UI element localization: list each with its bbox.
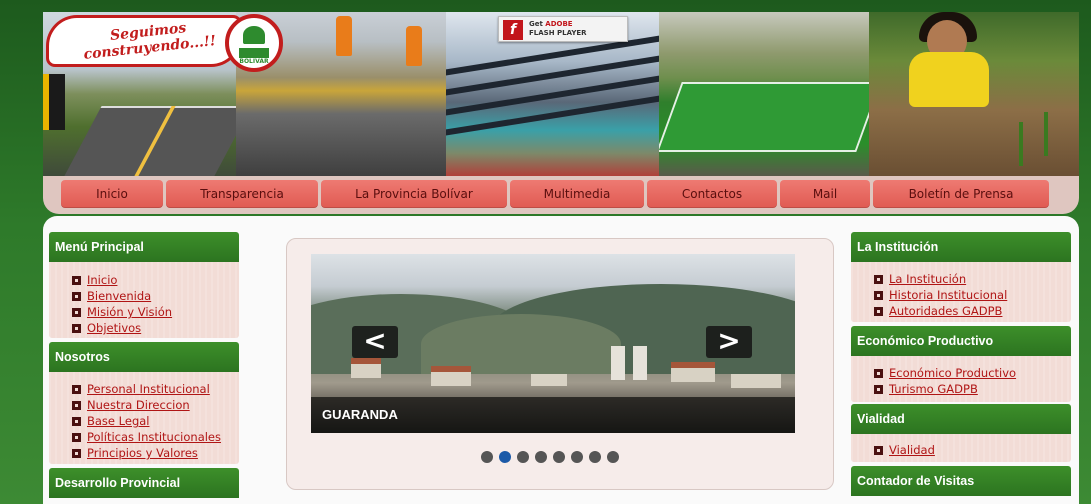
block-title: Nosotros <box>49 342 239 372</box>
bullet-icon <box>72 324 81 333</box>
desarrollo-provincial-block: Desarrollo Provincial <box>49 468 239 504</box>
slider-dot[interactable] <box>499 451 511 463</box>
main-nav: Inicio Transparencia La Provincia Bolíva… <box>43 176 1079 214</box>
banner-stadium-photo <box>659 12 869 176</box>
bullet-icon <box>874 307 883 316</box>
menu-principal-block: Menú Principal Inicio Bienvenida Misión … <box>49 232 239 338</box>
church-tower <box>633 346 647 380</box>
bullet-icon <box>874 385 883 394</box>
nav-item-contactos[interactable]: Contactos <box>647 180 777 208</box>
chevron-sign-icon <box>43 74 65 130</box>
slider-prev-button[interactable]: < <box>352 326 398 358</box>
menu-link-bienvenida[interactable]: Bienvenida <box>72 289 151 304</box>
economico-productivo-block: Económico Productivo Económico Productiv… <box>851 326 1071 402</box>
slider-dot[interactable] <box>481 451 493 463</box>
worker-figure <box>406 26 422 66</box>
content-area: Menú Principal Inicio Bienvenida Misión … <box>43 216 1079 504</box>
menu-link-mision-vision[interactable]: Misión y Visión <box>72 305 172 320</box>
block-title: Económico Productivo <box>851 326 1071 356</box>
bullet-icon <box>72 449 81 458</box>
site-logo[interactable]: Seguimos construyendo...!! BOLIVAR <box>43 12 293 74</box>
bullet-icon <box>874 446 883 455</box>
church-tower <box>611 346 625 380</box>
bullet-icon <box>72 385 81 394</box>
menu-link-la-institucion[interactable]: La Institución <box>874 272 966 287</box>
slider-dot[interactable] <box>607 451 619 463</box>
header-banner: Seguimos construyendo...!! BOLIVAR f Get… <box>43 12 1079 176</box>
slider-dot[interactable] <box>571 451 583 463</box>
menu-link-inicio[interactable]: Inicio <box>72 273 117 288</box>
bullet-icon <box>874 291 883 300</box>
bullet-icon <box>72 276 81 285</box>
menu-link-direccion[interactable]: Nuestra Direccion <box>72 398 190 413</box>
nav-item-transparencia[interactable]: Transparencia <box>166 180 318 208</box>
banner-planting-photo <box>869 12 1079 176</box>
bullet-icon <box>72 308 81 317</box>
bullet-icon <box>72 433 81 442</box>
get-flash-player-badge[interactable]: f Get ADOBE FLASH PLAYER <box>498 16 628 42</box>
bolivar-seal-icon: BOLIVAR <box>225 14 283 72</box>
nav-item-inicio[interactable]: Inicio <box>61 180 163 208</box>
nav-item-boletin[interactable]: Boletín de Prensa <box>873 180 1049 208</box>
vialidad-block: Vialidad Vialidad <box>851 404 1071 462</box>
slider-dot[interactable] <box>589 451 601 463</box>
nav-item-provincia[interactable]: La Provincia Bolívar <box>321 180 507 208</box>
menu-link-turismo[interactable]: Turismo GADPB <box>874 382 978 397</box>
bullet-icon <box>874 275 883 284</box>
menu-link-autoridades[interactable]: Autoridades GADPB <box>874 304 1002 319</box>
contador-visitas-block: Contador de Visitas <box>851 466 1071 504</box>
image-slider[interactable]: < > GUARANDA <box>311 254 795 433</box>
soccer-field <box>659 82 869 152</box>
menu-link-politicas[interactable]: Políticas Institucionales <box>72 430 221 445</box>
slider-dot[interactable] <box>535 451 547 463</box>
slide-caption: GUARANDA <box>311 397 795 433</box>
bullet-icon <box>72 417 81 426</box>
flash-icon: f <box>503 20 523 40</box>
block-title: La Institución <box>851 232 1071 262</box>
bullet-icon <box>72 292 81 301</box>
menu-link-vialidad[interactable]: Vialidad <box>874 443 935 458</box>
nav-item-mail[interactable]: Mail <box>780 180 870 208</box>
logo-slogan: Seguimos construyendo...!! <box>82 20 217 63</box>
menu-link-principios[interactable]: Principios y Valores <box>72 446 198 461</box>
menu-link-base-legal[interactable]: Base Legal <box>72 414 149 429</box>
la-institucion-block: La Institución La Institución Historia I… <box>851 232 1071 322</box>
slider-next-button[interactable]: > <box>706 326 752 358</box>
menu-link-historia[interactable]: Historia Institucional <box>874 288 1007 303</box>
bullet-icon <box>72 401 81 410</box>
menu-link-personal[interactable]: Personal Institucional <box>72 382 210 397</box>
block-title: Desarrollo Provincial <box>49 468 239 498</box>
slider-dot[interactable] <box>517 451 529 463</box>
block-title: Vialidad <box>851 404 1071 434</box>
block-title: Contador de Visitas <box>851 466 1071 496</box>
nosotros-block: Nosotros Personal Institucional Nuestra … <box>49 342 239 464</box>
menu-link-economico[interactable]: Económico Productivo <box>874 366 1016 381</box>
nav-item-multimedia[interactable]: Multimedia <box>510 180 644 208</box>
block-title: Menú Principal <box>49 232 239 262</box>
bullet-icon <box>874 369 883 378</box>
worker-figure <box>336 16 352 56</box>
menu-link-objetivos[interactable]: Objetivos <box>72 321 141 336</box>
slider-dot[interactable] <box>553 451 565 463</box>
